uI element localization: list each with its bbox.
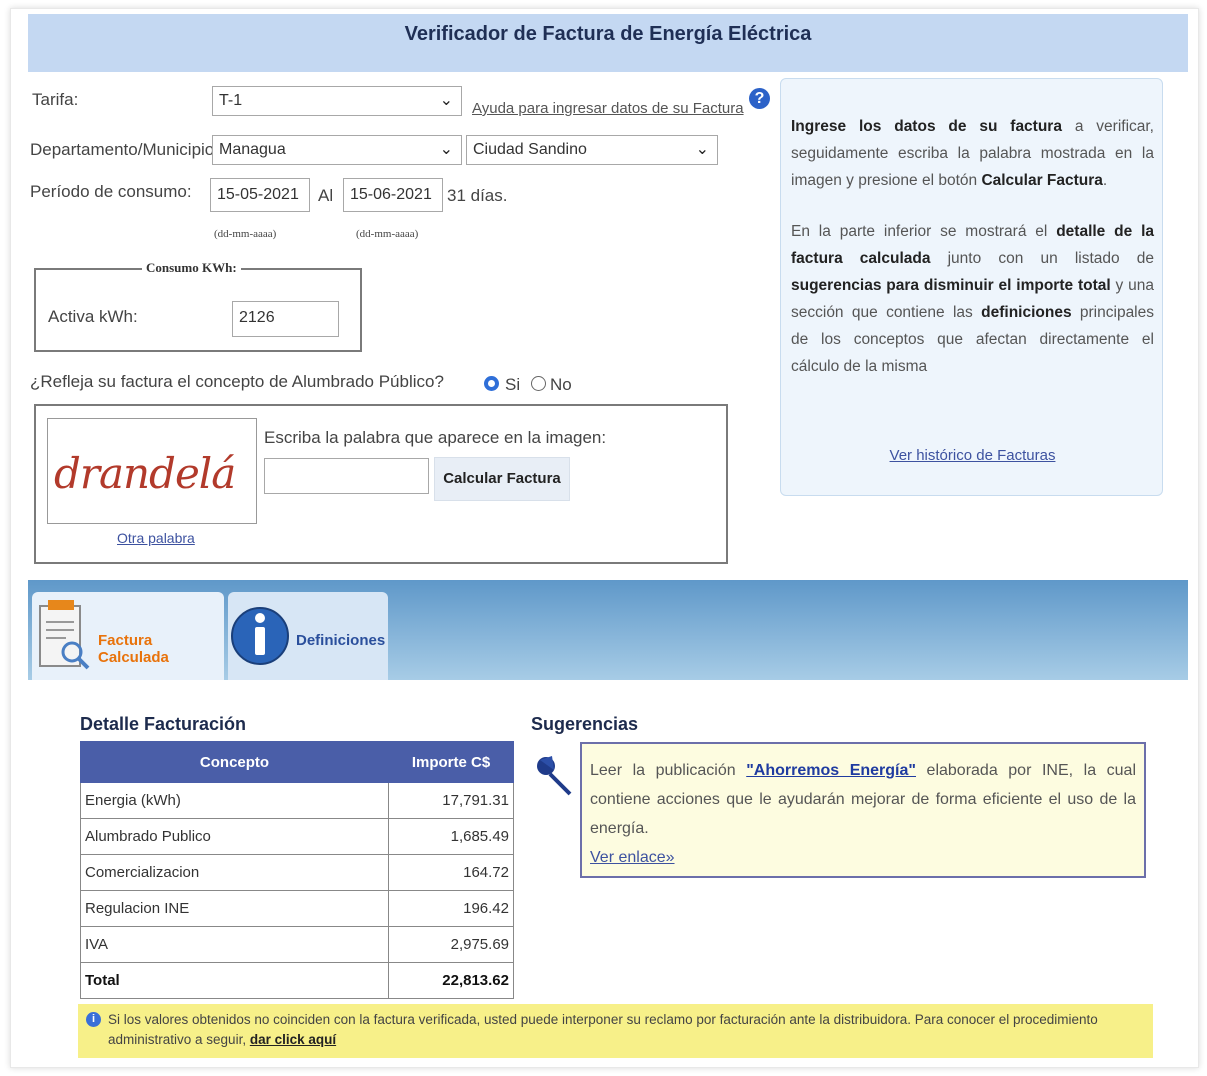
radio-no[interactable]	[531, 376, 546, 391]
info-text: En la parte inferior se mostrará el	[791, 223, 1057, 240]
tarifa-select[interactable]: T-1 ⌄	[212, 86, 462, 116]
info-bold-text: Calcular Factura	[981, 172, 1103, 189]
tab-definiciones-label: Definiciones	[296, 632, 386, 649]
notice-banner: i Si los valores obtenidos no coinciden …	[78, 1004, 1153, 1058]
info-paragraph-1: Ingrese los datos de su factura a verifi…	[791, 113, 1154, 194]
fecha-fin-hint: (dd-mm-aaaa)	[356, 228, 419, 240]
info-paragraph-2: En la parte inferior se mostrará el deta…	[791, 218, 1154, 380]
activa-label: Activa kWh:	[48, 307, 138, 326]
table-row: Regulacion INE 196.42	[80, 890, 514, 927]
tab-definiciones[interactable]: Definiciones	[228, 592, 388, 680]
historico-link[interactable]: Ver histórico de Facturas	[890, 447, 1056, 464]
calcular-factura-button[interactable]: Calcular Factura	[434, 457, 570, 501]
captcha-image: drandelá	[47, 418, 257, 524]
alumbrado-question: ¿Refleja su factura el concepto de Alumb…	[30, 372, 444, 391]
otra-palabra-link[interactable]: Otra palabra	[117, 530, 195, 546]
departamento-value: Managua	[219, 141, 286, 158]
info-bold-text: Ingrese los datos de su factura	[791, 118, 1062, 135]
invoice-icon	[39, 600, 90, 670]
info-icon	[231, 607, 289, 665]
sugerencia-box: Leer la publicación "Ahorremos Energía" …	[580, 742, 1146, 878]
periodo-label: Período de consumo:	[30, 182, 192, 201]
info-bold-text: definiciones	[981, 304, 1072, 321]
column-header: Importe C$	[388, 741, 514, 783]
al-label: Al	[318, 186, 334, 205]
radio-si[interactable]	[484, 376, 499, 391]
captcha-input[interactable]	[264, 458, 429, 494]
table-row: Energia (kWh) 17,791.31	[80, 782, 514, 819]
info-icon: i	[86, 1012, 101, 1027]
chevron-down-icon: ⌄	[439, 141, 453, 158]
fecha-inicio-input[interactable]: 15-05-2021	[210, 178, 310, 212]
tarifa-label: Tarifa:	[32, 90, 79, 109]
table-row: IVA 2,975.69	[80, 926, 514, 963]
table-row: Alumbrado Publico 1,685.49	[80, 818, 514, 855]
detalle-table: Concepto Importe C$ Energia (kWh) 17,791.…	[80, 741, 514, 999]
municipio-select[interactable]: Ciudad Sandino ⌄	[466, 135, 718, 165]
departamento-select[interactable]: Managua ⌄	[212, 135, 462, 165]
ver-enlace-link[interactable]: Ver enlace»	[590, 849, 675, 866]
info-text: .	[1102, 172, 1108, 189]
importe-cell: 196.42	[388, 890, 514, 927]
table-row: Comercializacion 164.72	[80, 854, 514, 891]
concepto-cell: Energia (kWh)	[80, 782, 389, 819]
captcha-instruction: Escriba la palabra que aparece en la ima…	[264, 428, 607, 447]
municipio-value: Ciudad Sandino	[473, 141, 587, 158]
tabs-bar: Factura Calculada Definiciones	[28, 580, 1188, 680]
dar-click-link[interactable]: dar click aquí	[250, 1032, 336, 1047]
column-header: Concepto	[80, 741, 389, 783]
concepto-cell: Regulacion INE	[80, 890, 389, 927]
publication-link[interactable]: "Ahorremos Energía"	[746, 762, 916, 779]
importe-cell: 1,685.49	[388, 818, 514, 855]
info-bold-text: sugerencias para disminuir el importe to…	[791, 277, 1111, 294]
total-value: 22,813.62	[388, 962, 514, 999]
fecha-fin-input[interactable]: 15-06-2021	[343, 178, 443, 212]
info-text: junto con un listado de	[930, 250, 1154, 267]
total-label: Total	[80, 962, 389, 999]
tab-factura-calculada[interactable]: Factura Calculada	[32, 592, 224, 680]
concepto-cell: Alumbrado Publico	[80, 818, 389, 855]
sugerencias-title: Sugerencias	[531, 714, 639, 734]
importe-cell: 17,791.31	[388, 782, 514, 819]
pushpin-icon	[537, 756, 572, 796]
radio-no-label: No	[550, 375, 572, 394]
tarifa-value: T-1	[219, 92, 243, 109]
consumo-legend: Consumo KWh:	[142, 260, 241, 276]
radio-si-label: Si	[505, 375, 521, 394]
captcha-text: drandelá	[54, 449, 236, 498]
sugerencia-text: Leer la publicación	[590, 762, 747, 779]
chevron-down-icon: ⌄	[439, 92, 453, 109]
help-icon[interactable]: ?	[749, 88, 770, 109]
dias-text: 31 días.	[447, 186, 508, 205]
fecha-inicio-hint: (dd-mm-aaaa)	[214, 228, 277, 240]
importe-cell: 164.72	[388, 854, 514, 891]
info-panel: Ingrese los datos de su factura a verifi…	[780, 78, 1163, 496]
chevron-down-icon: ⌄	[695, 141, 709, 158]
title-bar: Verificador de Factura de Energía Eléctr…	[28, 14, 1188, 72]
ayuda-link[interactable]: Ayuda para ingresar datos de su Factura	[472, 100, 744, 117]
concepto-cell: IVA	[80, 926, 389, 963]
depto-label: Departamento/Municipio:	[30, 140, 219, 159]
importe-cell: 2,975.69	[388, 926, 514, 963]
concepto-cell: Comercializacion	[80, 854, 389, 891]
page-title: Verificador de Factura de Energía Eléctr…	[404, 23, 812, 45]
tab-factura-label: Factura Calculada	[98, 632, 169, 666]
total-row: Total 22,813.62	[80, 962, 514, 999]
activa-kwh-input[interactable]: 2126	[232, 301, 339, 337]
detalle-title: Detalle Facturación	[80, 714, 247, 734]
